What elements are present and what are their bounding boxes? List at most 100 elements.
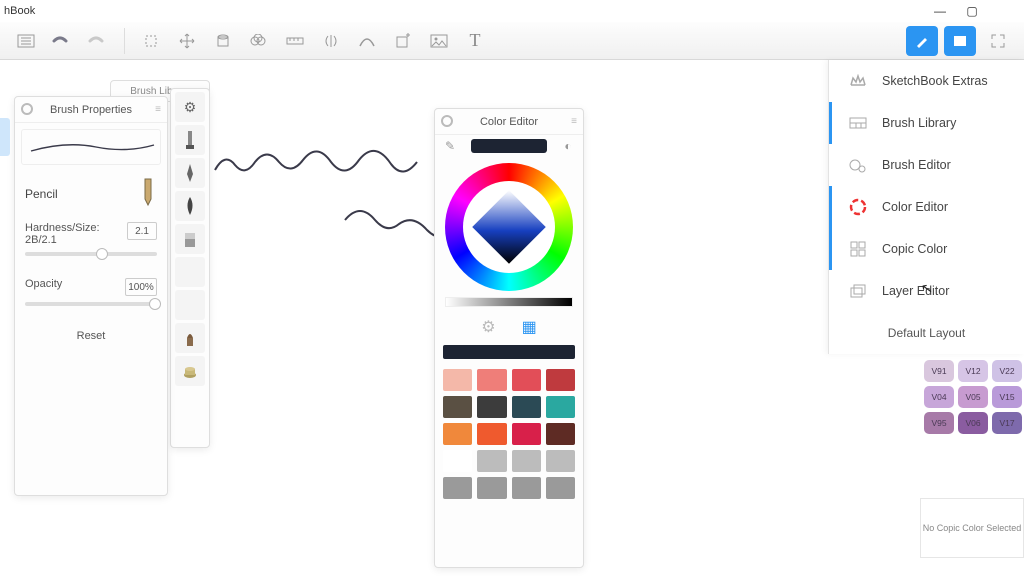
opacity-slider[interactable] xyxy=(25,302,157,306)
copic-chip[interactable]: V95 xyxy=(924,412,954,434)
brush-item[interactable] xyxy=(175,224,205,254)
brush-item[interactable] xyxy=(175,290,205,320)
pin-icon[interactable] xyxy=(441,115,453,127)
color-swatch[interactable] xyxy=(546,477,575,499)
layers-icon xyxy=(848,281,868,301)
active-swatch-bar xyxy=(443,345,575,359)
shapes-icon[interactable] xyxy=(243,26,275,56)
sketch-stroke xyxy=(210,140,450,200)
brush-library-panel: ⚙ xyxy=(170,88,210,448)
brush-mode-button[interactable] xyxy=(906,26,938,56)
pin-icon[interactable] xyxy=(21,103,33,115)
curve-icon[interactable] xyxy=(351,26,383,56)
color-swatch[interactable] xyxy=(512,369,541,391)
color-editor-panel: Color Editor ≡ ✎ ◐ ⚙ ▦ xyxy=(434,108,584,568)
stroke-preview xyxy=(21,129,161,165)
copic-chip[interactable]: V12 xyxy=(958,360,988,382)
color-swatch[interactable] xyxy=(546,423,575,445)
copic-color-grid: V91V12V22 V04V05V15 V95V06V17 xyxy=(920,356,1024,438)
copic-chip[interactable]: V22 xyxy=(992,360,1022,382)
default-layout-button[interactable]: Default Layout xyxy=(829,312,1024,354)
ruler-icon[interactable] xyxy=(279,26,311,56)
menu-item-label: Brush Library xyxy=(882,116,956,130)
color-swatch[interactable] xyxy=(546,396,575,418)
move-icon[interactable] xyxy=(171,26,203,56)
color-swatch[interactable] xyxy=(477,450,506,472)
menu-item-brush-editor[interactable]: Brush Editor xyxy=(829,144,1024,186)
hardness-slider[interactable] xyxy=(25,252,157,256)
copic-chip[interactable]: V91 xyxy=(924,360,954,382)
color-swatch[interactable] xyxy=(477,369,506,391)
window-minimize-button[interactable]: — xyxy=(924,4,956,18)
brush-item[interactable] xyxy=(175,191,205,221)
eyedropper-icon[interactable]: ✎ xyxy=(443,139,457,153)
panel-menu-icon[interactable]: ≡ xyxy=(571,116,577,127)
layer-add-icon[interactable] xyxy=(387,26,419,56)
menu-item-label: SketchBook Extras xyxy=(882,74,988,88)
color-swatch[interactable] xyxy=(443,477,472,499)
color-swatch[interactable] xyxy=(477,423,506,445)
text-icon[interactable]: T xyxy=(459,26,491,56)
color-swatch[interactable] xyxy=(443,423,472,445)
brush-settings-icon[interactable]: ⚙ xyxy=(175,92,205,122)
brush-item[interactable] xyxy=(175,257,205,287)
color-swatch[interactable] xyxy=(512,477,541,499)
menu-item-brush-library[interactable]: Brush Library xyxy=(829,102,1024,144)
copic-chip[interactable]: V06 xyxy=(958,412,988,434)
brush-item[interactable] xyxy=(175,125,205,155)
reset-button[interactable]: Reset xyxy=(15,312,167,360)
brush-properties-panel: Brush Properties ≡ Pencil Hardness/Size:… xyxy=(14,96,168,496)
bucket-icon[interactable] xyxy=(207,26,239,56)
panel-menu-icon[interactable]: ≡ xyxy=(155,104,161,115)
color-palette xyxy=(435,363,583,505)
brightness-icon[interactable]: ◐ xyxy=(561,139,575,153)
panel-title: Color Editor xyxy=(480,116,538,128)
menu-item-copic-color[interactable]: Copic Color xyxy=(829,228,1024,270)
grayscale-ramp[interactable] xyxy=(445,297,573,307)
copic-chip[interactable]: V04 xyxy=(924,386,954,408)
sliders-tab-icon[interactable]: ⚙ xyxy=(481,317,495,337)
pencil-icon xyxy=(139,177,157,210)
menu-item-label: Brush Editor xyxy=(882,158,951,172)
mirror-icon[interactable] xyxy=(315,26,347,56)
copic-status-text: No Copic Color Selected xyxy=(920,498,1024,558)
current-color-swatch[interactable] xyxy=(471,139,547,153)
crop-icon[interactable] xyxy=(135,26,167,56)
redo-icon[interactable] xyxy=(82,26,114,56)
color-swatch[interactable] xyxy=(477,477,506,499)
app-title: hBook xyxy=(4,5,35,17)
color-swatch[interactable] xyxy=(477,396,506,418)
panel-title: Brush Properties xyxy=(50,104,132,116)
undo-icon[interactable] xyxy=(46,26,78,56)
menu-item-color-editor[interactable]: Color Editor xyxy=(829,186,1024,228)
brush-item[interactable] xyxy=(175,323,205,353)
color-swatch[interactable] xyxy=(443,369,472,391)
brush-item[interactable] xyxy=(175,356,205,386)
color-swatch[interactable] xyxy=(546,369,575,391)
menu-item-label: Copic Color xyxy=(882,242,947,256)
color-wheel[interactable] xyxy=(445,163,573,291)
color-swatch[interactable] xyxy=(443,450,472,472)
menu-icon[interactable] xyxy=(10,26,42,56)
color-swatch[interactable] xyxy=(443,396,472,418)
swatches-tab-icon[interactable]: ▦ xyxy=(522,317,537,337)
color-swatch[interactable] xyxy=(512,396,541,418)
window-maximize-button[interactable]: ▢ xyxy=(956,4,988,18)
copic-chip[interactable]: V17 xyxy=(992,412,1022,434)
menu-item-sketchbook-extras[interactable]: SketchBook Extras xyxy=(829,60,1024,102)
copic-chip[interactable]: V15 xyxy=(992,386,1022,408)
copic-chip[interactable]: V05 xyxy=(958,386,988,408)
opacity-value-input[interactable]: 100% xyxy=(125,278,157,296)
color-swatch[interactable] xyxy=(546,450,575,472)
menu-item-label: Layer Editor xyxy=(882,284,949,298)
left-tab-strip[interactable] xyxy=(0,118,10,156)
panels-mode-button[interactable] xyxy=(944,26,976,56)
image-icon[interactable] xyxy=(423,26,455,56)
fullscreen-icon[interactable] xyxy=(982,26,1014,56)
color-swatch[interactable] xyxy=(512,423,541,445)
color-ring-icon xyxy=(848,197,868,217)
hardness-value-input[interactable]: 2.1 xyxy=(127,222,157,240)
brush-name: Pencil xyxy=(25,187,58,201)
color-swatch[interactable] xyxy=(512,450,541,472)
brush-item[interactable] xyxy=(175,158,205,188)
